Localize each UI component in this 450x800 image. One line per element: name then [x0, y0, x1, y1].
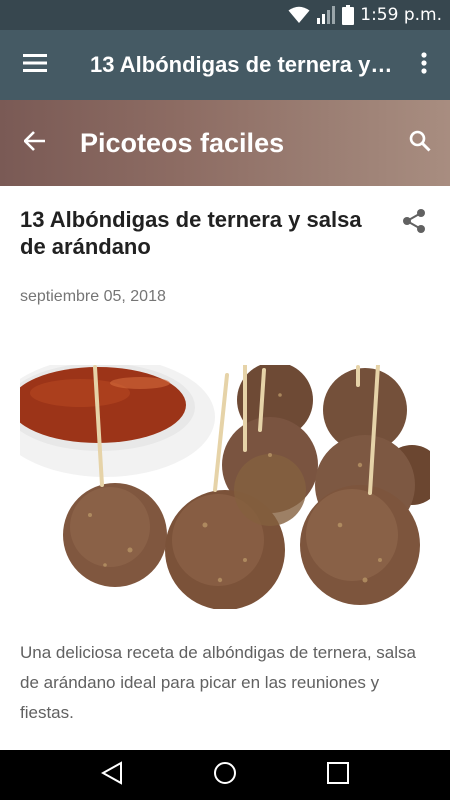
status-time: 1:59 p.m. — [360, 5, 442, 25]
nav-back-button[interactable] — [82, 750, 142, 800]
more-options-button[interactable] — [398, 30, 450, 100]
blog-title[interactable]: Picoteos faciles — [70, 128, 390, 159]
back-triangle-icon — [100, 760, 123, 790]
back-button[interactable] — [0, 100, 70, 186]
signal-icon — [316, 6, 336, 24]
menu-button[interactable] — [0, 30, 70, 100]
blog-header: Picoteos faciles — [0, 100, 450, 186]
menu-icon — [23, 53, 47, 77]
share-button[interactable] — [398, 206, 430, 238]
home-circle-icon — [213, 761, 237, 790]
arrow-back-icon — [23, 130, 46, 156]
more-vert-icon — [421, 51, 427, 79]
nav-recents-button[interactable] — [308, 750, 368, 800]
post-title: 13 Albóndigas de ternera y salsa de arán… — [20, 207, 362, 259]
battery-icon — [342, 5, 355, 25]
app-bar: 13 Albóndigas de ternera y salsa de arán… — [0, 30, 450, 100]
search-button[interactable] — [390, 100, 450, 186]
system-nav-bar — [0, 750, 450, 800]
post-content: 13 Albóndigas de ternera y salsa de arán… — [0, 186, 450, 750]
post-header: 13 Albóndigas de ternera y salsa de arán… — [0, 186, 450, 260]
wifi-icon — [288, 6, 310, 24]
post-snippet: Una deliciosa receta de albóndigas de te… — [20, 643, 416, 722]
app-bar-title: 13 Albóndigas de ternera y salsa de arán… — [90, 52, 398, 77]
share-icon — [402, 208, 426, 239]
search-icon — [409, 130, 431, 157]
post-date: septiembre 05, 2018 — [20, 288, 166, 305]
status-bar: 1:59 p.m. — [0, 0, 450, 30]
nav-home-button[interactable] — [195, 750, 255, 800]
post-image-meatballs[interactable] — [20, 365, 430, 609]
recents-square-icon — [327, 761, 350, 789]
